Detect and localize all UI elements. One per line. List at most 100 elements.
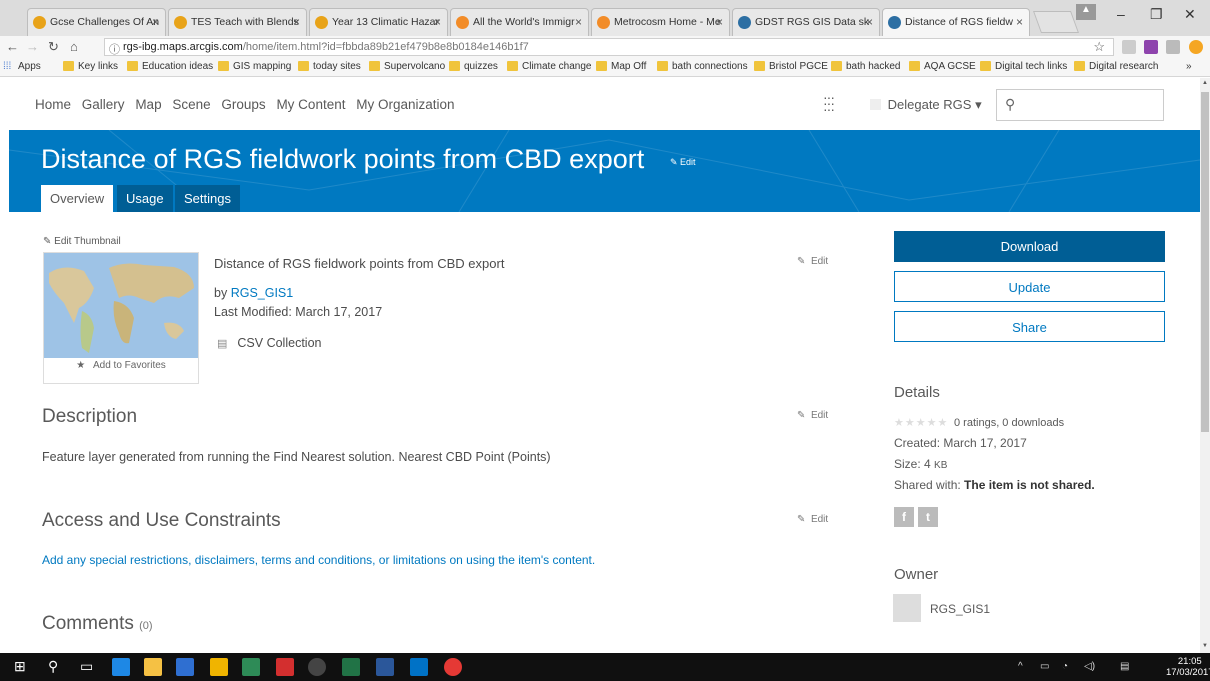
keyboard-icon[interactable]: ▤ <box>1120 661 1129 672</box>
chrome-icon[interactable] <box>444 658 462 676</box>
minimize-icon[interactable]: – <box>1117 6 1125 22</box>
owner-name[interactable]: RGS_GIS1 <box>930 602 990 616</box>
edit-summary-button[interactable]: ✎ Edit <box>797 256 828 267</box>
wifi-icon[interactable]: ◔ <box>1062 661 1068 672</box>
excel-icon[interactable] <box>342 658 360 676</box>
bookmark-folder[interactable]: Supervolcano <box>369 61 445 72</box>
nav-my-organization[interactable]: My Organization <box>356 97 454 112</box>
edit-description-button[interactable]: ✎ Edit <box>797 410 828 421</box>
forward-icon[interactable]: → <box>26 39 39 54</box>
scrollbar-thumb[interactable] <box>1201 92 1209 432</box>
chrome-warning-icon[interactable] <box>1189 40 1203 54</box>
nav-my-content[interactable]: My Content <box>276 97 345 112</box>
bookmark-folder[interactable]: quizzes <box>449 61 498 72</box>
scroll-down-icon[interactable]: ▼ <box>1200 643 1210 649</box>
edit-constraints-button[interactable]: ✎ Edit <box>797 514 828 525</box>
nav-map[interactable]: Map <box>135 97 161 112</box>
bookmarks-overflow-icon[interactable]: » <box>1186 61 1192 72</box>
close-tab-icon[interactable]: × <box>575 15 582 29</box>
edge-icon[interactable] <box>112 658 130 676</box>
tab-usage[interactable]: Usage <box>117 185 173 212</box>
folder-icon <box>1074 61 1085 71</box>
edit-title-button[interactable]: ✎ Edit <box>670 157 696 168</box>
bookmark-folder[interactable]: GIS mapping <box>218 61 291 72</box>
file-explorer-icon[interactable] <box>144 658 162 676</box>
browser-tab-active[interactable]: Distance of RGS fieldw × <box>882 8 1030 36</box>
bookmark-apps[interactable]: ⁞⁞⁞ Apps <box>3 61 41 72</box>
info-icon[interactable]: ⓘ <box>109 41 120 57</box>
url-input[interactable]: ⓘ rgs-ibg.maps.arcgis.com/home/item.html… <box>104 38 1114 56</box>
sims-icon[interactable] <box>176 658 194 676</box>
nav-home[interactable]: Home <box>35 97 71 112</box>
window-close-icon[interactable]: ✕ <box>1184 6 1196 23</box>
volume-icon[interactable]: ◁) <box>1084 661 1095 672</box>
download-button[interactable]: Download <box>894 231 1165 262</box>
browser-tab[interactable]: Year 13 Climatic Hazar × <box>309 8 448 36</box>
app-launcher-icon[interactable]: ··· ··· ··· <box>823 90 837 116</box>
user-menu[interactable]: Delegate RGS ▾ <box>870 97 982 113</box>
restore-icon[interactable]: ❐ <box>1150 6 1163 23</box>
close-tab-icon[interactable]: × <box>866 15 873 29</box>
folder-icon <box>127 61 138 71</box>
publisher-icon[interactable] <box>242 658 260 676</box>
bookmark-folder[interactable]: Digital research <box>1074 61 1158 72</box>
tray-chevron-icon[interactable]: ^ <box>1018 661 1023 672</box>
search-icon[interactable]: ⚲ <box>48 658 58 675</box>
bookmark-folder[interactable]: Bristol PGCE <box>754 61 828 72</box>
browser-tab[interactable]: All the World's Immigr × <box>450 8 589 36</box>
close-tab-icon[interactable]: × <box>152 15 159 29</box>
close-tab-icon[interactable]: × <box>1016 15 1023 29</box>
browser-tab[interactable]: TES Teach with Blends × <box>168 8 307 36</box>
edit-thumbnail-link[interactable]: ✎ Edit Thumbnail <box>43 236 121 247</box>
acrobat-icon[interactable] <box>276 658 294 676</box>
close-tab-icon[interactable]: × <box>434 15 441 29</box>
media-icon[interactable] <box>308 658 326 676</box>
nav-scene[interactable]: Scene <box>172 97 210 112</box>
bookmark-folder[interactable]: Climate change <box>507 61 591 72</box>
update-button[interactable]: Update <box>894 271 1165 302</box>
bookmark-folder[interactable]: Key links <box>63 61 118 72</box>
extension-icon[interactable] <box>1166 40 1180 54</box>
bookmark-folder[interactable]: Map Off <box>596 61 646 72</box>
extension-icon[interactable] <box>1144 40 1158 54</box>
windows-start-icon[interactable]: ⊞ <box>14 658 26 675</box>
bookmark-folder[interactable]: bath connections <box>657 61 748 72</box>
bookmark-folder[interactable]: Digital tech links <box>980 61 1067 72</box>
tab-settings[interactable]: Settings <box>175 185 240 212</box>
word-icon[interactable] <box>376 658 394 676</box>
task-view-icon[interactable]: ▭ <box>80 658 93 675</box>
search-input[interactable]: ⚲ <box>996 89 1164 121</box>
item-owner-line: by RGS_GIS1 <box>214 286 294 300</box>
bookmark-folder[interactable]: bath hacked <box>831 61 901 72</box>
constraints-placeholder-link[interactable]: Add any special restrictions, disclaimer… <box>42 553 595 567</box>
taskbar-clock[interactable]: 21:05 17/03/2017 <box>1166 656 1210 678</box>
nav-gallery[interactable]: Gallery <box>82 97 125 112</box>
browser-tab[interactable]: Gcse Challenges Of An × <box>27 8 166 36</box>
home-icon[interactable]: ⌂ <box>70 39 78 54</box>
browser-tab[interactable]: Metrocosm Home - Me × <box>591 8 730 36</box>
browser-tab[interactable]: GDST RGS GIS Data sk × <box>732 8 880 36</box>
owner-link[interactable]: RGS_GIS1 <box>231 286 294 300</box>
scroll-up-icon[interactable]: ▲ <box>1200 80 1210 86</box>
battery-icon[interactable]: ▭ <box>1040 661 1049 672</box>
outlook-icon[interactable] <box>410 658 428 676</box>
extension-icon[interactable] <box>1122 40 1136 54</box>
app-icon[interactable] <box>210 658 228 676</box>
bookmark-star-icon[interactable]: ☆ <box>1093 39 1105 55</box>
close-tab-icon[interactable]: × <box>716 15 723 29</box>
close-tab-icon[interactable]: × <box>293 15 300 29</box>
tab-overview[interactable]: Overview <box>41 185 114 212</box>
new-tab-button[interactable] <box>1032 11 1080 33</box>
reload-icon[interactable]: ↻ <box>48 39 59 55</box>
share-button[interactable]: Share <box>894 311 1165 342</box>
rating-stars[interactable]: ★★★★★ <box>894 416 948 429</box>
bookmark-folder[interactable]: AQA GCSE <box>909 61 976 72</box>
twitter-icon[interactable]: t <box>918 507 938 527</box>
bookmark-folder[interactable]: today sites <box>298 61 361 72</box>
facebook-icon[interactable]: f <box>894 507 914 527</box>
nav-groups[interactable]: Groups <box>221 97 265 112</box>
bookmark-folder[interactable]: Education ideas <box>127 61 213 72</box>
profile-icon[interactable]: ▲ <box>1076 4 1096 20</box>
add-to-favorites-button[interactable]: ★ Add to Favorites <box>44 360 198 371</box>
back-icon[interactable]: ← <box>6 39 19 54</box>
